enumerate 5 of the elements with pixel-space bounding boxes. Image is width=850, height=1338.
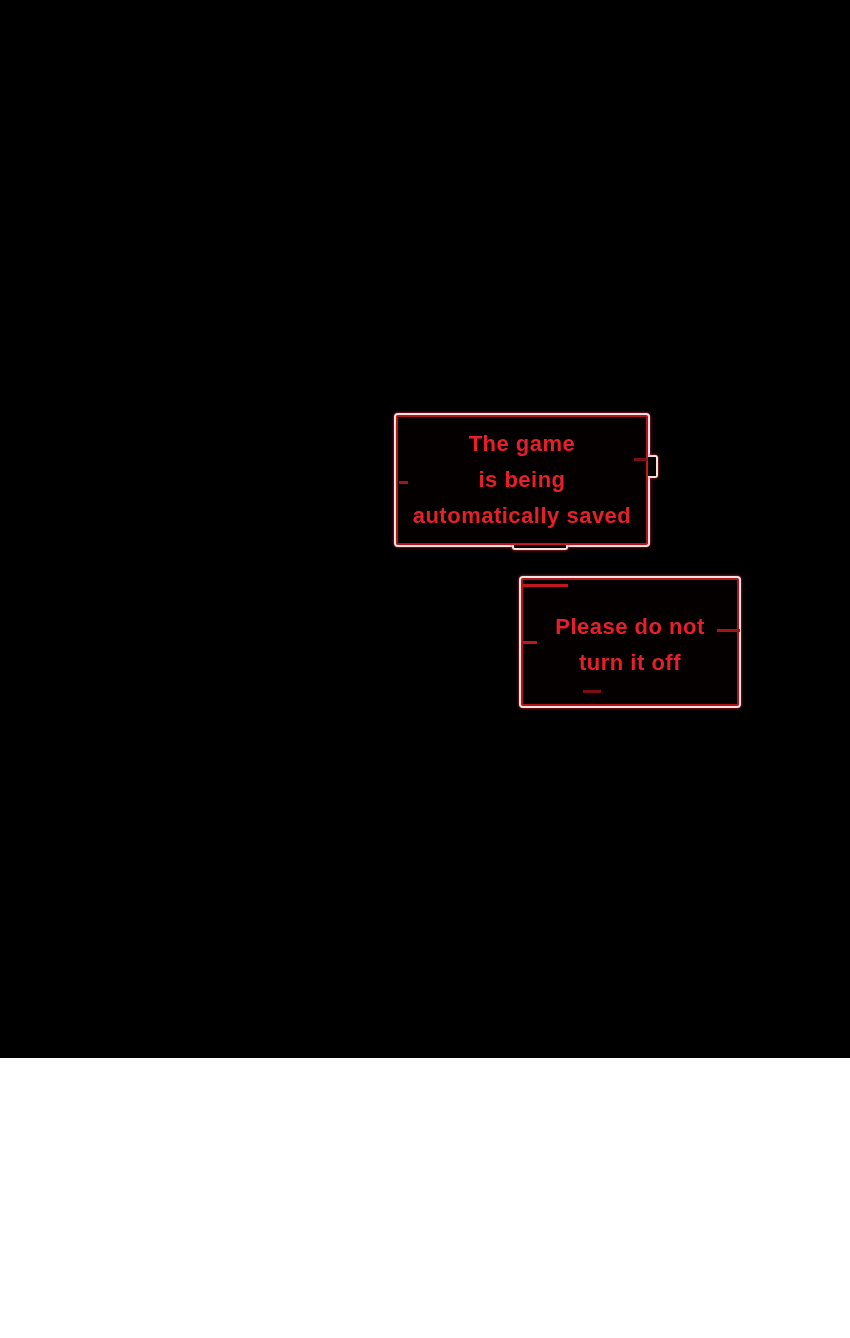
glitch-line — [717, 629, 740, 632]
caption-text: The game is being automatically saved — [412, 430, 632, 530]
glitch-line — [523, 584, 568, 587]
caption-text: Please do not turn it off — [555, 613, 705, 677]
glitch-line — [583, 690, 601, 693]
